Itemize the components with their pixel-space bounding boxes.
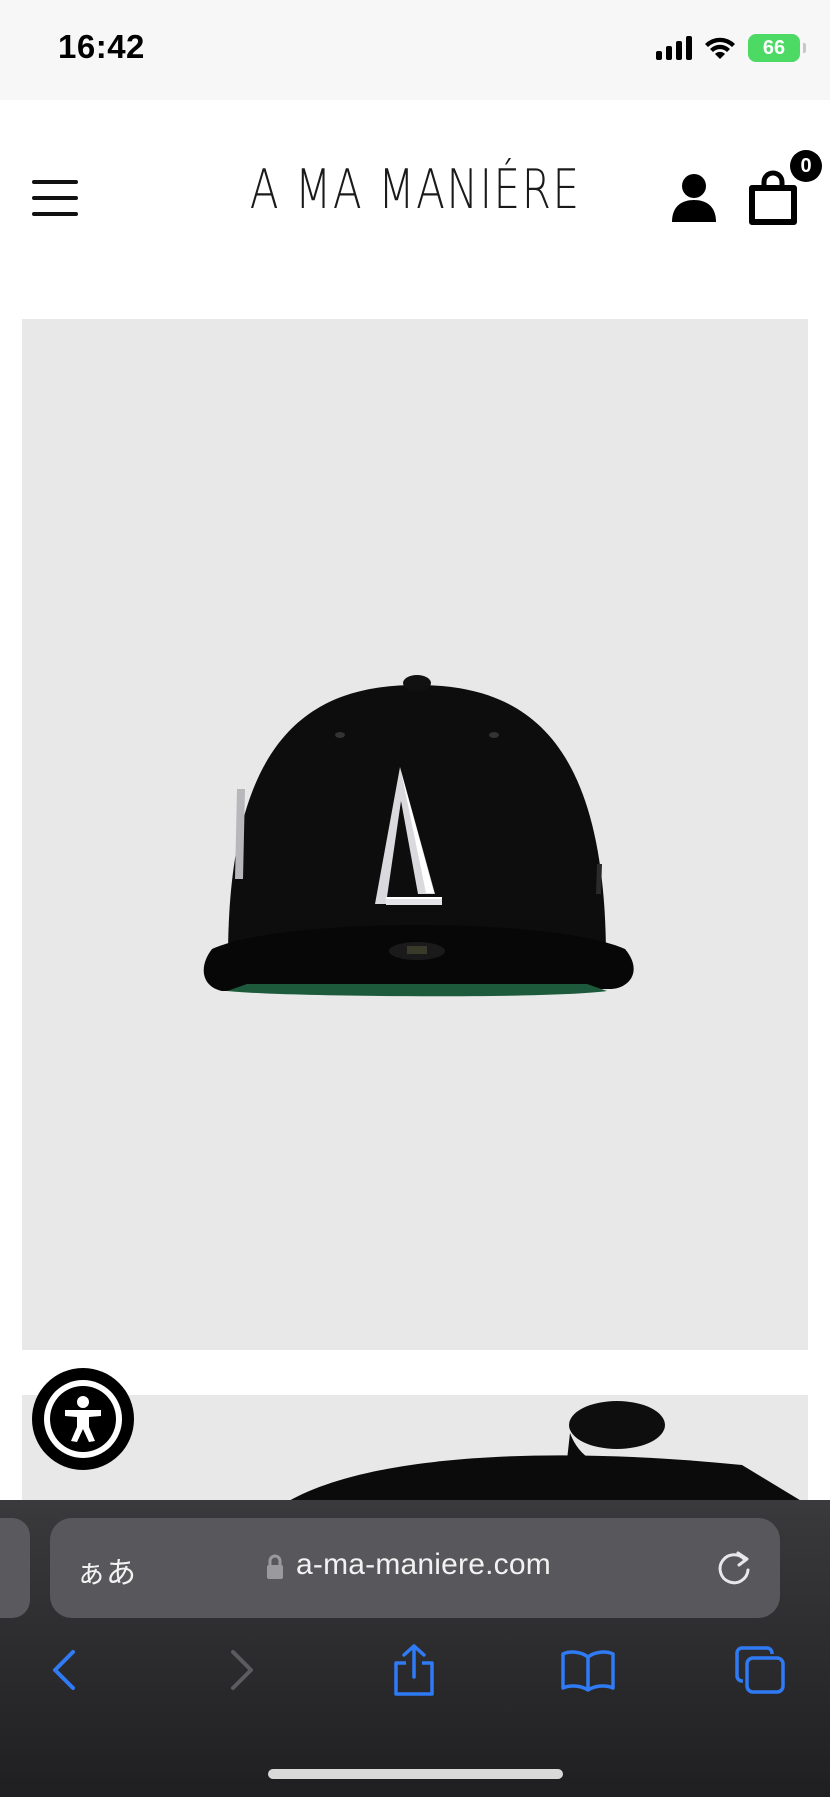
product-image[interactable] <box>22 319 808 1350</box>
battery-icon: 66 <box>748 34 806 62</box>
previous-tab-peek[interactable] <box>0 1518 30 1618</box>
cap-closeup-illustration <box>282 1401 808 1505</box>
address-bar[interactable]: ぁあ a-ma-maniere.com <box>50 1518 780 1618</box>
chevron-right-icon <box>231 1650 253 1690</box>
page-settings-button[interactable]: ぁあ <box>76 1548 136 1592</box>
chevron-left-icon <box>53 1650 75 1690</box>
forward-button[interactable] <box>212 1640 272 1700</box>
cap-illustration <box>203 675 634 997</box>
site-header: A MA MANIÉRE 0 <box>0 100 830 290</box>
browser-nav-row <box>0 1640 830 1710</box>
battery-level: 66 <box>762 36 786 59</box>
accessibility-button[interactable] <box>32 1368 134 1470</box>
shopping-bag-icon[interactable] <box>748 170 798 226</box>
back-button[interactable] <box>34 1640 94 1700</box>
status-bar: 16:42 66 <box>0 0 830 100</box>
product-image-secondary[interactable] <box>22 1395 808 1505</box>
bookmarks-button[interactable] <box>558 1640 618 1700</box>
home-indicator[interactable] <box>268 1769 563 1779</box>
tabs-button[interactable] <box>730 1640 790 1700</box>
status-indicators: 66 <box>656 34 806 62</box>
share-button[interactable] <box>384 1640 444 1700</box>
brand-logo[interactable]: A MA MANIÉRE <box>92 158 739 221</box>
hamburger-menu-icon[interactable] <box>32 178 78 218</box>
accessibility-icon <box>65 1396 101 1442</box>
tabs-icon <box>735 1646 785 1694</box>
status-time: 16:42 <box>58 28 145 65</box>
lock-icon <box>267 1554 283 1579</box>
cart-count-badge: 0 <box>790 150 822 182</box>
url-text[interactable]: a-ma-maniere.com <box>296 1548 551 1582</box>
book-icon <box>561 1650 615 1692</box>
share-icon <box>394 1644 434 1696</box>
cellular-signal-icon <box>656 36 692 60</box>
browser-toolbar: ぁあ a-ma-maniere.com <box>0 1500 830 1797</box>
reload-icon[interactable] <box>714 1548 754 1588</box>
wifi-icon <box>705 37 735 59</box>
user-icon[interactable] <box>670 172 718 224</box>
